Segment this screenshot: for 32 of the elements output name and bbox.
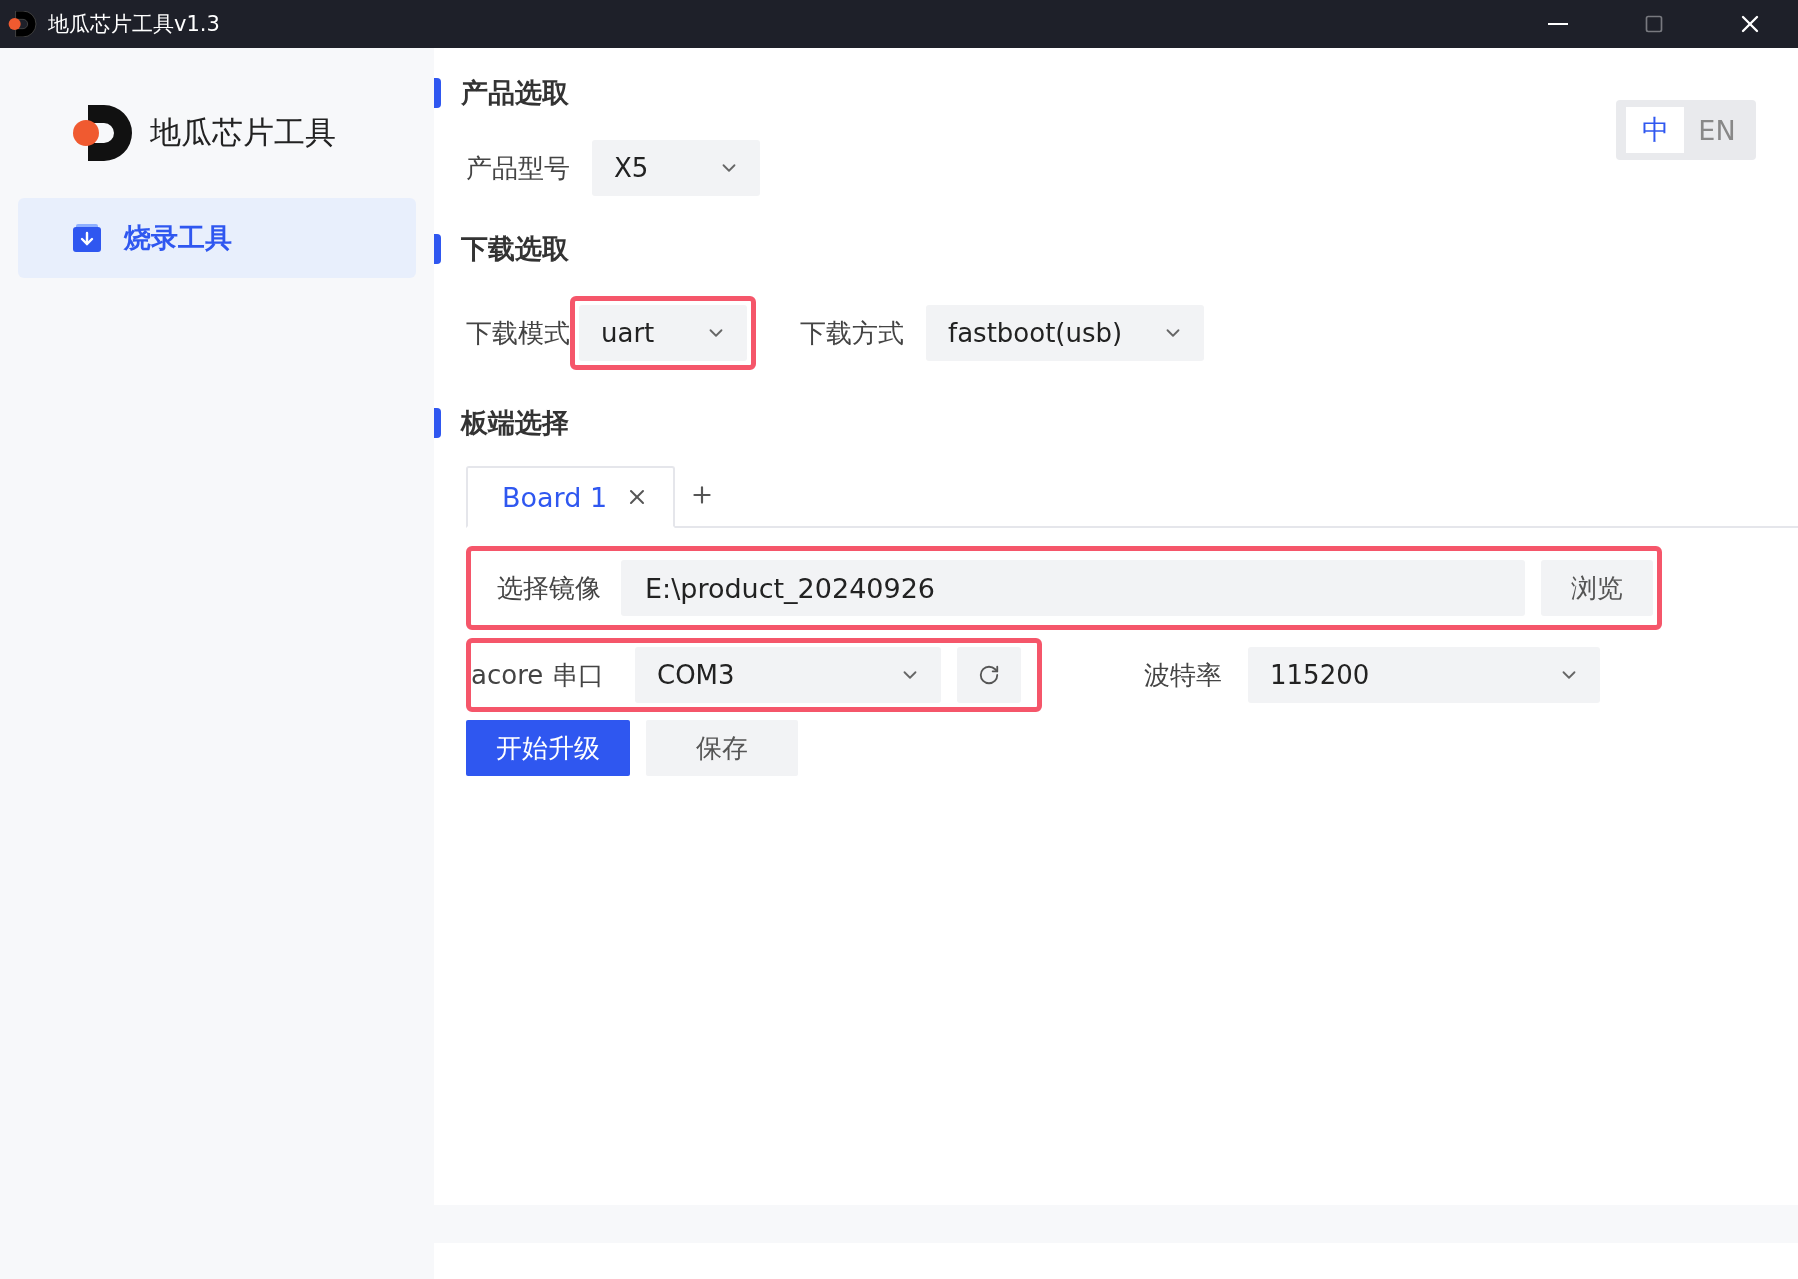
field-label: 产品型号 (466, 151, 570, 185)
board-tab[interactable]: Board 1 (466, 466, 676, 528)
minimize-icon (1548, 23, 1568, 25)
field-label: 下载方式 (800, 316, 904, 350)
download-icon (72, 223, 102, 253)
section-marker (434, 78, 441, 108)
image-path-field[interactable]: E:\product_20240926 (621, 560, 1525, 616)
window-title: 地瓜芯片工具v1.3 (48, 11, 221, 38)
brand-name: 地瓜芯片工具 (150, 113, 336, 152)
refresh-icon (978, 664, 1000, 686)
language-option[interactable]: 中 (1626, 107, 1684, 153)
section-title: 下载选取 (461, 232, 569, 266)
dropdown[interactable]: 115200 (1248, 647, 1600, 703)
dropdown[interactable]: X5 (592, 140, 760, 196)
dropdown[interactable]: uart (579, 305, 747, 361)
maximize-icon (1644, 14, 1664, 34)
app-logo-icon (8, 11, 38, 37)
field-label: 选择镜像 (497, 571, 601, 605)
field-label: 波特率 (1144, 658, 1222, 692)
dropdown[interactable]: fastboot(usb) (926, 305, 1205, 361)
browse-button[interactable]: 浏览 (1541, 560, 1653, 616)
dropdown[interactable]: COM3 (635, 647, 941, 703)
start-upgrade-button[interactable]: 开始升级 (466, 720, 630, 776)
refresh-button[interactable] (957, 647, 1021, 703)
field-label: 下载模式 (466, 316, 570, 350)
save-button[interactable]: 保存 (646, 720, 798, 776)
section-marker (434, 234, 441, 264)
sidebar-item[interactable]: 烧录工具 (18, 198, 416, 278)
section-title: 产品选取 (461, 76, 569, 110)
field-label: acore 串口 (471, 658, 605, 692)
section-marker (434, 408, 441, 438)
section-title: 板端选择 (461, 406, 569, 440)
